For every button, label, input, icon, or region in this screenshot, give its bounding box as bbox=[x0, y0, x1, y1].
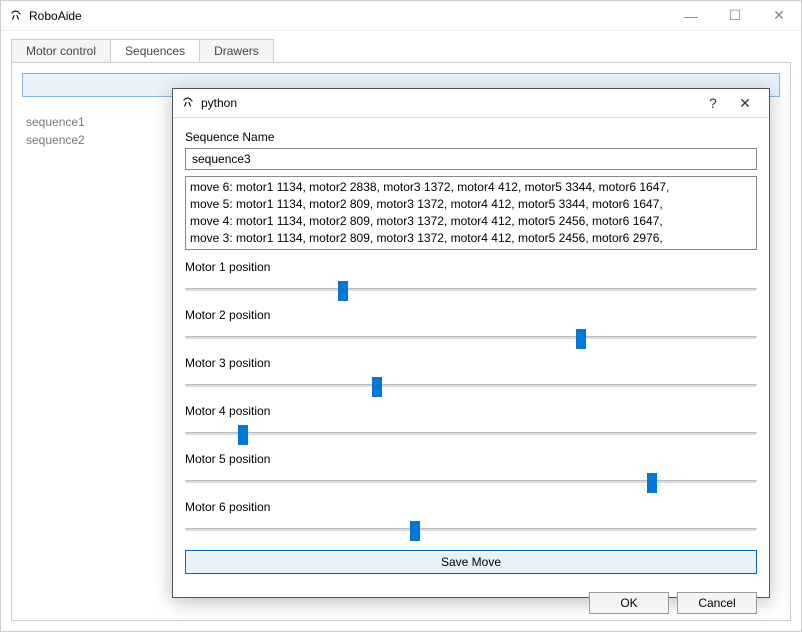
motor-6-slider[interactable] bbox=[185, 520, 757, 538]
help-button[interactable]: ? bbox=[697, 89, 729, 117]
app-title: RoboAide bbox=[29, 9, 82, 23]
save-move-button[interactable]: Save Move bbox=[185, 550, 757, 574]
app-icon bbox=[9, 9, 23, 23]
tab-drawers[interactable]: Drawers bbox=[199, 39, 274, 62]
maximize-button[interactable]: ☐ bbox=[713, 1, 757, 31]
motor-1-label: Motor 1 position bbox=[185, 260, 757, 274]
motor-2-slider[interactable] bbox=[185, 328, 757, 346]
sequence-name-label: Sequence Name bbox=[185, 130, 757, 144]
dialog-footer: OK Cancel bbox=[173, 584, 769, 626]
dialog-titlebar: python ? ✕ bbox=[173, 89, 769, 118]
dialog-body: Sequence Name move 6: motor1 1134, motor… bbox=[173, 118, 769, 584]
slider-thumb[interactable] bbox=[647, 473, 657, 493]
slider-thumb[interactable] bbox=[576, 329, 586, 349]
slider-thumb[interactable] bbox=[372, 377, 382, 397]
slider-thumb[interactable] bbox=[410, 521, 420, 541]
motor-4-label: Motor 4 position bbox=[185, 404, 757, 418]
motor-5-slider[interactable] bbox=[185, 472, 757, 490]
cancel-button[interactable]: Cancel bbox=[677, 592, 757, 614]
close-button[interactable]: ✕ bbox=[757, 1, 801, 31]
minimize-button[interactable]: — bbox=[669, 1, 713, 31]
slider-thumb[interactable] bbox=[338, 281, 348, 301]
sequence-name-input[interactable] bbox=[185, 148, 757, 170]
moves-list[interactable]: move 6: motor1 1134, motor2 2838, motor3… bbox=[185, 176, 757, 250]
tab-bar: Motor control Sequences Drawers bbox=[1, 31, 801, 62]
dialog-title: python bbox=[201, 96, 237, 110]
motor-3-label: Motor 3 position bbox=[185, 356, 757, 370]
motor-3-slider[interactable] bbox=[185, 376, 757, 394]
titlebar: RoboAide — ☐ ✕ bbox=[1, 1, 801, 31]
motor-4-slider[interactable] bbox=[185, 424, 757, 442]
list-item[interactable]: move 3: motor1 1134, motor2 809, motor3 … bbox=[190, 230, 752, 247]
dialog-window: python ? ✕ Sequence Name move 6: motor1 … bbox=[172, 88, 770, 598]
dialog-icon bbox=[181, 96, 195, 110]
motor-1-slider[interactable] bbox=[185, 280, 757, 298]
ok-button[interactable]: OK bbox=[589, 592, 669, 614]
slider-thumb[interactable] bbox=[238, 425, 248, 445]
list-item[interactable]: move 4: motor1 1134, motor2 809, motor3 … bbox=[190, 213, 752, 230]
tab-motor-control[interactable]: Motor control bbox=[11, 39, 111, 62]
list-item[interactable]: move 6: motor1 1134, motor2 2838, motor3… bbox=[190, 179, 752, 196]
motor-2-label: Motor 2 position bbox=[185, 308, 757, 322]
motor-6-label: Motor 6 position bbox=[185, 500, 757, 514]
tab-sequences[interactable]: Sequences bbox=[110, 39, 200, 62]
list-item[interactable]: move 5: motor1 1134, motor2 809, motor3 … bbox=[190, 196, 752, 213]
dialog-close-button[interactable]: ✕ bbox=[729, 89, 761, 117]
motor-5-label: Motor 5 position bbox=[185, 452, 757, 466]
